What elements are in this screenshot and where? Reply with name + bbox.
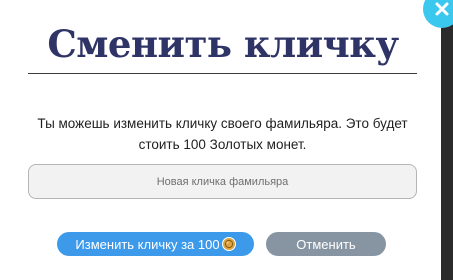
cancel-button[interactable]: Отменить bbox=[266, 232, 386, 256]
gold-coin-icon bbox=[221, 237, 236, 251]
dialog-title: Сменить кличку bbox=[47, 22, 399, 66]
dialog-description: Ты можешь изменить кличку своего фамилья… bbox=[37, 116, 408, 152]
close-icon bbox=[435, 2, 449, 16]
rename-dialog: Сменить кличку Ты можешь изменить кличку… bbox=[0, 0, 441, 280]
familiar-name-input[interactable] bbox=[28, 164, 417, 199]
change-name-button[interactable]: Изменить кличку за 100 bbox=[57, 232, 254, 256]
change-name-label: Изменить кличку за 100 bbox=[75, 236, 220, 252]
title-divider bbox=[28, 73, 417, 74]
